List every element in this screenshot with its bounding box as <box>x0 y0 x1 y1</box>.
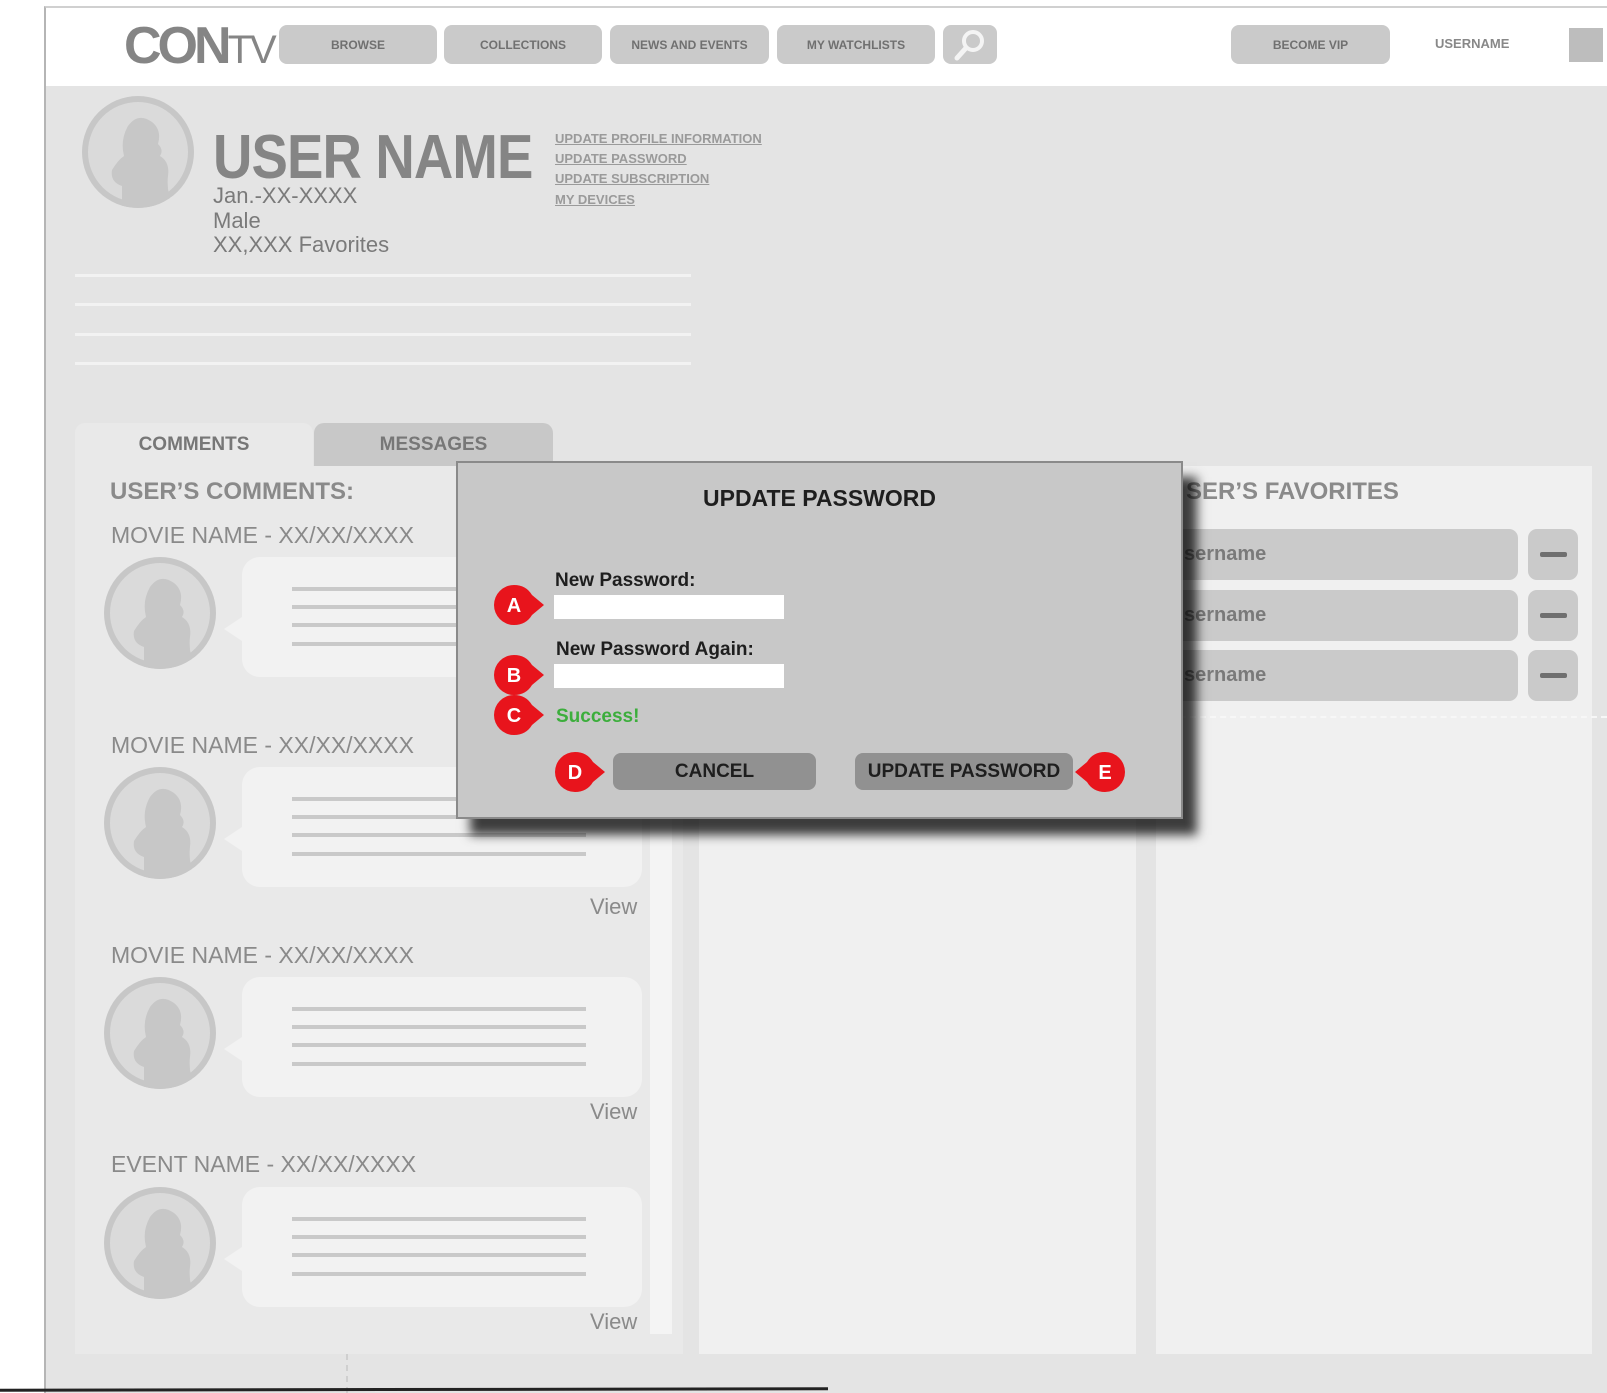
profile-gender: Male <box>213 208 261 233</box>
person-silhouette-icon <box>133 998 196 1089</box>
person-silhouette-icon <box>111 117 174 208</box>
comment-event-name[interactable]: EVENT NAME - XX/XX/XXXX <box>111 1151 416 1178</box>
remove-favorite-button[interactable] <box>1528 529 1578 580</box>
divider <box>75 274 691 277</box>
my-devices-link[interactable]: MY DEVICES <box>555 192 635 207</box>
callout-letter: D <box>568 762 582 784</box>
profile-dob: Jan.-XX-XXXX <box>213 183 358 208</box>
favorite-item[interactable]: sername <box>1158 590 1518 641</box>
new-password-again-field[interactable] <box>554 664 784 688</box>
callout-d-marker: D <box>555 752 605 792</box>
profile-avatar <box>82 96 194 208</box>
nav-browse-button[interactable]: BROWSE <box>279 25 437 64</box>
avatar <box>104 977 216 1089</box>
profile-favorites-count: XX,XXX Favorites <box>213 232 390 257</box>
comment-bubble <box>224 977 642 1097</box>
divider <box>75 303 691 306</box>
callout-a-marker: A <box>494 585 544 625</box>
remove-favorite-button[interactable] <box>1528 650 1578 701</box>
callout-letter: E <box>1098 762 1111 784</box>
search-icon <box>954 29 984 60</box>
avatar <box>104 767 216 879</box>
favorite-item[interactable]: sername <box>1158 529 1518 580</box>
callout-letter: B <box>507 665 521 687</box>
person-silhouette-icon <box>133 1208 196 1299</box>
callout-e-marker: E <box>1075 752 1125 792</box>
avatar <box>104 1187 216 1299</box>
callout-letter: C <box>507 705 521 727</box>
update-password-link[interactable]: UPDATE PASSWORD <box>555 151 687 166</box>
new-password-label: New Password: <box>555 570 696 591</box>
dashed-divider <box>1180 716 1607 718</box>
new-password-field[interactable] <box>554 595 784 619</box>
callout-b-marker: B <box>494 655 544 695</box>
username-link[interactable]: USERNAME <box>1435 36 1509 51</box>
divider <box>75 362 691 365</box>
success-message: Success! <box>556 706 640 727</box>
person-silhouette-icon <box>133 578 196 669</box>
contv-logo[interactable]: CONTV <box>124 17 277 76</box>
nav-collections-button[interactable]: COLLECTIONS <box>444 25 602 64</box>
favorite-username: sername <box>1184 543 1267 565</box>
callout-c-marker: C <box>494 695 544 735</box>
comment-movie-name[interactable]: MOVIE NAME - XX/XX/XXXX <box>111 522 414 549</box>
cancel-button[interactable]: CANCEL <box>613 753 816 790</box>
callout-letter: A <box>507 595 521 617</box>
become-vip-button[interactable]: BECOME VIP <box>1231 25 1390 64</box>
avatar <box>104 557 216 669</box>
nav-news-events-button[interactable]: NEWS AND EVENTS <box>610 25 769 64</box>
person-silhouette-icon <box>133 788 196 879</box>
search-button[interactable] <box>943 25 997 64</box>
divider <box>75 333 691 336</box>
favorite-item[interactable]: sername <box>1158 650 1518 701</box>
logo-main: CON <box>124 17 232 75</box>
comment-movie-name[interactable]: MOVIE NAME - XX/XX/XXXX <box>111 732 414 759</box>
comment-bubble <box>224 1187 642 1307</box>
update-password-button[interactable]: UPDATE PASSWORD <box>855 753 1073 790</box>
modal-title: UPDATE PASSWORD <box>703 485 936 511</box>
remove-favorite-button[interactable] <box>1528 590 1578 641</box>
tab-comments[interactable]: COMMENTS <box>75 423 313 467</box>
update-profile-link[interactable]: UPDATE PROFILE INFORMATION <box>555 131 762 146</box>
view-link[interactable]: View <box>590 1309 637 1335</box>
user-avatar-thumb[interactable] <box>1569 28 1603 62</box>
favorite-username: sername <box>1184 664 1267 686</box>
view-link[interactable]: View <box>590 1099 637 1125</box>
view-link[interactable]: View <box>590 894 637 920</box>
favorites-title: SER’S FAVORITES <box>1186 478 1399 505</box>
update-subscription-link[interactable]: UPDATE SUBSCRIPTION <box>555 171 709 186</box>
comment-movie-name[interactable]: MOVIE NAME - XX/XX/XXXX <box>111 942 414 969</box>
new-password-again-label: New Password Again: <box>556 639 754 660</box>
favorite-username: sername <box>1184 604 1267 626</box>
nav-watchlists-button[interactable]: MY WATCHLISTS <box>777 25 935 64</box>
comments-title: USER’S COMMENTS: <box>110 478 355 505</box>
logo-sub: TV <box>227 28 277 72</box>
